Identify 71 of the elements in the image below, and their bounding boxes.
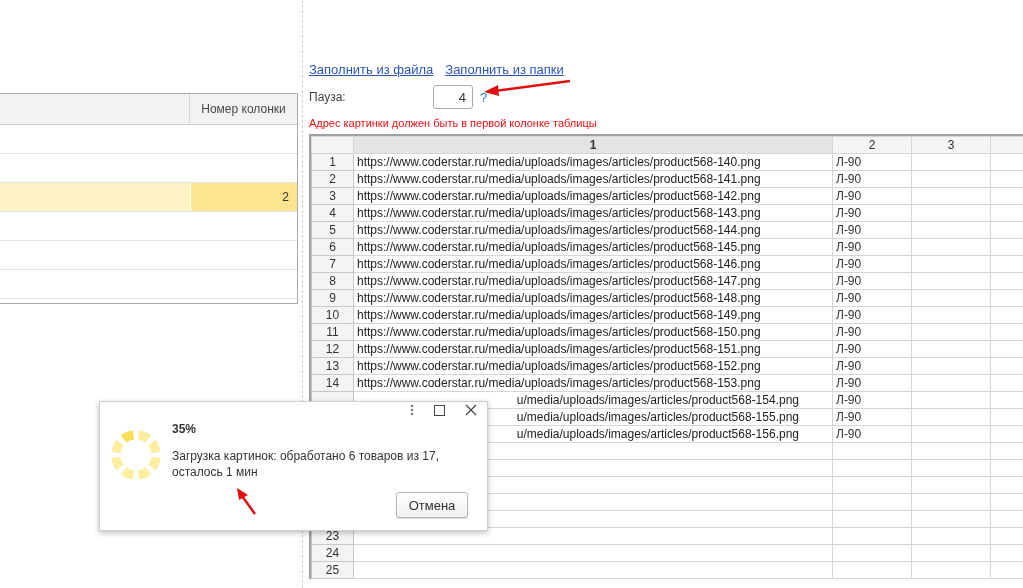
- table-cell: https://www.coderstar.ru/media/uploads/images/articles/product568-151.png: [357, 341, 761, 356]
- table-cell: https://www.coderstar.ru/media/uploads/images/articles/product568-146.png: [357, 256, 761, 271]
- progress-percent: 35%: [172, 422, 198, 436]
- table-cell: Л-90: [836, 324, 862, 339]
- column-header[interactable]: 3: [911, 136, 991, 154]
- table-cell: https://www.coderstar.ru/media/uploads/images/articles/product568-142.png: [357, 188, 761, 203]
- row-number: 12: [325, 341, 340, 356]
- row-number: 1: [329, 154, 336, 169]
- cancel-button[interactable]: Отмена: [396, 492, 468, 518]
- column-header[interactable]: 2: [832, 136, 912, 154]
- table-cell: Л-90: [836, 358, 862, 373]
- table-cell: https://www.coderstar.ru/media/uploads/images/articles/product568-143.png: [357, 205, 761, 220]
- table-cell: https://www.coderstar.ru/media/uploads/images/articles/product568-145.png: [357, 239, 761, 254]
- row-number: 25: [325, 562, 340, 577]
- table-cell: https://www.coderstar.ru/media/uploads/images/articles/product568-140.png: [357, 154, 761, 169]
- table-cell: https://www.coderstar.ru/media/uploads/images/articles/product568-147.png: [357, 273, 761, 288]
- row-number: 23: [325, 528, 340, 543]
- link[interactable]: Заполнить из файла: [309, 62, 434, 77]
- row-number: 5: [329, 222, 336, 237]
- table-cell: Л-90: [836, 307, 862, 322]
- table-cell: Л-90: [836, 392, 862, 407]
- table-cell: https://www.coderstar.ru/media/uploads/images/articles/product568-141.png: [357, 171, 761, 186]
- table-cell: https://www.coderstar.ru/media/uploads/images/articles/product568-144.png: [357, 222, 761, 237]
- row-number: 10: [325, 307, 340, 322]
- maximize-icon[interactable]: [434, 404, 445, 416]
- row-number: 13: [325, 358, 340, 373]
- table-cell: Л-90: [836, 154, 862, 169]
- table-cell: Л-90: [836, 222, 862, 237]
- link[interactable]: Заполнить из папки: [445, 62, 564, 77]
- table-cell: u/media/uploads/images/articles/product568-154.png: [516, 392, 799, 407]
- table-cell: u/media/uploads/images/articles/product568-156.png: [516, 426, 799, 441]
- row-number: 4: [329, 205, 336, 220]
- table-cell: Л-90: [836, 171, 862, 186]
- table-cell: 2: [282, 190, 289, 204]
- table-cell: u/media/uploads/images/articles/product568-155.png: [516, 409, 799, 424]
- table-cell: Л-90: [836, 426, 862, 441]
- more-icon[interactable]: [410, 404, 414, 416]
- table-row[interactable]: 2: [0, 183, 297, 212]
- table-cell: https://www.coderstar.ru/media/uploads/images/articles/product568-153.png: [357, 375, 761, 390]
- spinner-icon: [111, 430, 161, 480]
- table-cell: Л-90: [836, 273, 862, 288]
- table-cell: https://www.coderstar.ru/media/uploads/images/articles/product568-150.png: [357, 324, 761, 339]
- pause-label: Пауза:: [309, 90, 347, 104]
- row-number: 3: [329, 188, 336, 203]
- row-number: 9: [329, 290, 336, 305]
- row-number: 7: [329, 256, 336, 271]
- row-number: 6: [329, 239, 336, 254]
- table-cell: https://www.coderstar.ru/media/uploads/images/articles/product568-152.png: [357, 358, 761, 373]
- column-header: Номер колонки: [200, 101, 287, 118]
- table-cell: Л-90: [836, 341, 862, 356]
- column-header[interactable]: 1: [353, 136, 833, 154]
- row-number: 24: [325, 545, 340, 560]
- table-cell: Л-90: [836, 290, 862, 305]
- warning-text: Адрес картинки должен быть в первой колонке таблицы: [309, 117, 598, 131]
- table-cell: Л-90: [836, 205, 862, 220]
- table-cell: https://www.coderstar.ru/media/uploads/images/articles/product568-149.png: [357, 307, 761, 322]
- row-number: 2: [329, 171, 336, 186]
- help-link[interactable]: ?: [480, 89, 488, 105]
- table-cell: Л-90: [836, 239, 862, 254]
- row-number: 8: [329, 273, 336, 288]
- row-number: 14: [325, 375, 340, 390]
- annotation-arrow: [235, 486, 259, 516]
- table-cell: Л-90: [836, 188, 862, 203]
- table-cell: Л-90: [836, 256, 862, 271]
- row-number: 11: [326, 324, 339, 339]
- pause-field[interactable]: 4: [433, 85, 473, 109]
- table-cell: Л-90: [836, 409, 862, 424]
- close-icon[interactable]: [465, 404, 477, 416]
- progress-message: Загрузка картинок: обработано 6 товаров из 17, осталось 1 мин: [172, 448, 440, 480]
- table-cell: Л-90: [836, 375, 862, 390]
- table-cell: https://www.coderstar.ru/media/uploads/images/articles/product568-148.png: [357, 290, 761, 305]
